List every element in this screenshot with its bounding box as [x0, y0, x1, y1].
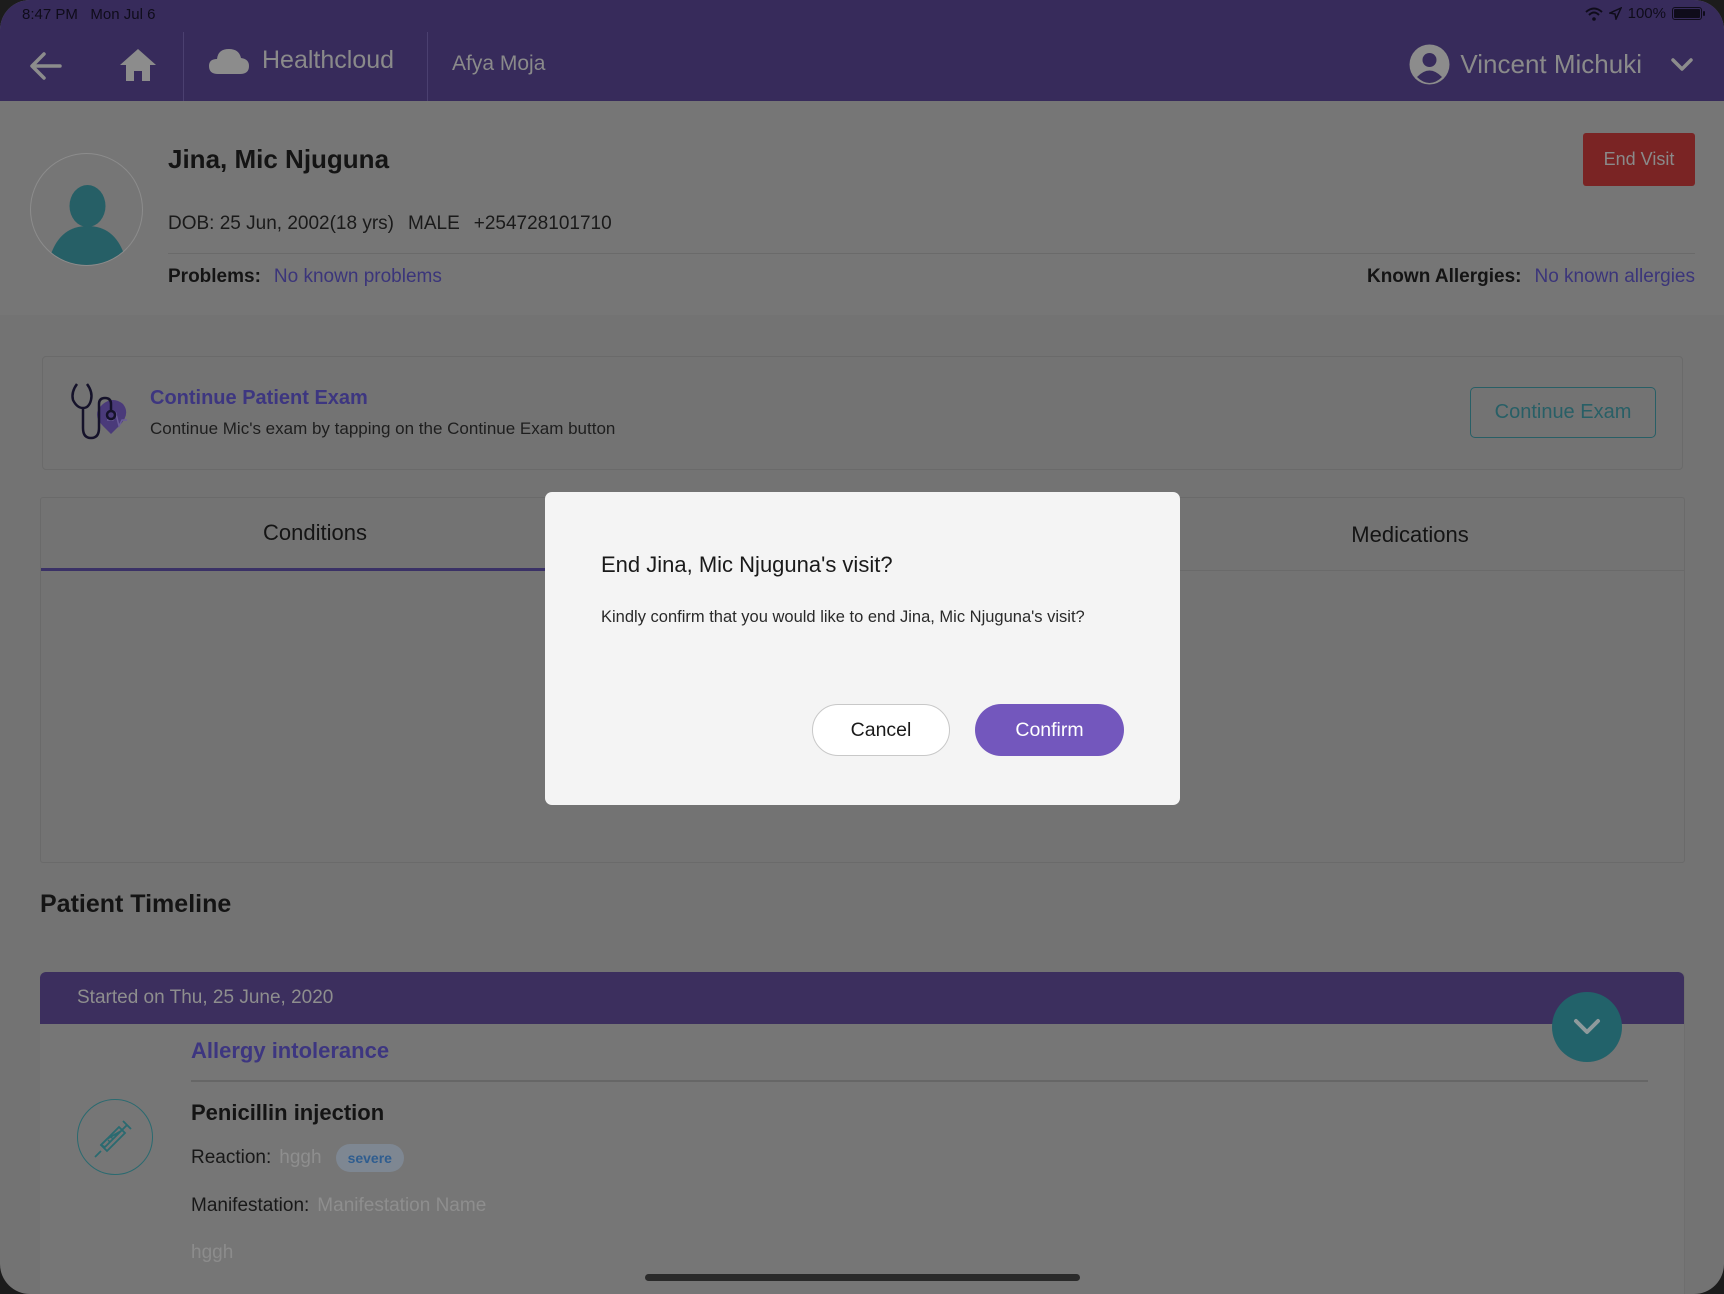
battery-percent: 100%	[1627, 5, 1666, 22]
manifestation-value: Manifestation Name	[317, 1195, 487, 1216]
problems-label: Problems:	[168, 266, 261, 287]
entry-item-name: Penicillin injection	[191, 1100, 385, 1125]
problems-value[interactable]: No known problems	[274, 266, 442, 288]
brand-logo: Healthcloud	[208, 46, 394, 75]
chevron-down-icon	[1574, 1019, 1600, 1034]
wifi-icon	[1584, 7, 1603, 21]
patient-dob: DOB: 25 Jun, 2002(18 yrs)	[168, 213, 394, 234]
location-arrow-icon	[1608, 7, 1622, 20]
organization-name[interactable]: Afya Moja	[452, 52, 545, 76]
timeline-start-date: Started on Thu, 25 June, 2020	[77, 987, 334, 1008]
allergies-label: Known Allergies:	[1366, 266, 1522, 287]
tab-medications[interactable]: Medications	[1136, 498, 1684, 571]
entry-note: hggh	[191, 1242, 234, 1263]
stethoscope-icon	[71, 383, 127, 440]
nav-bar: Healthcloud Afya Moja Vincent Michuki	[0, 32, 1724, 101]
status-time: 8:47 PM Mon Jul 6	[22, 6, 156, 23]
continue-exam-card: Continue Patient Exam Continue Mic's exa…	[42, 356, 1683, 470]
allergies-row: Known Allergies: No known allergies	[1367, 266, 1695, 288]
continue-exam-button[interactable]: Continue Exam	[1470, 387, 1656, 438]
cancel-button[interactable]: Cancel	[812, 704, 950, 756]
timeline-entry: Started on Thu, 25 June, 2020 Allergy in…	[40, 972, 1685, 1294]
confirm-button[interactable]: Confirm	[975, 704, 1124, 756]
chevron-down-icon[interactable]	[1670, 57, 1694, 73]
patient-demographics: DOB: 25 Jun, 2002(18 yrs) MALE +25472810…	[168, 213, 612, 235]
problems-row: Problems: No known problems	[168, 266, 442, 288]
app-screen: 8:47 PM Mon Jul 6 100% Healthcloud Afya …	[0, 0, 1724, 1294]
status-indicators: 100%	[1584, 5, 1705, 22]
battery-icon	[1672, 7, 1705, 20]
dialog-message: Kindly confirm that you would like to en…	[601, 608, 1085, 626]
user-name: Vincent Michuki	[1460, 49, 1642, 79]
exam-card-subtitle: Continue Mic's exam by tapping on the Co…	[150, 419, 616, 438]
timeline-entry-header[interactable]: Started on Thu, 25 June, 2020	[40, 972, 1684, 1024]
brand-name: Healthcloud	[262, 46, 395, 74]
manifestation-row: Manifestation: Manifestation Name	[191, 1195, 486, 1217]
exam-card-title: Continue Patient Exam	[150, 387, 368, 409]
cloud-icon	[209, 48, 249, 74]
reaction-value: hggh	[279, 1147, 322, 1168]
end-visit-button[interactable]: End Visit	[1583, 133, 1695, 186]
user-circle-icon	[1409, 44, 1450, 85]
patient-avatar	[30, 153, 143, 266]
arrow-left-icon[interactable]	[28, 49, 64, 83]
end-visit-dialog: End Jina, Mic Njuguna's visit? Kindly co…	[545, 492, 1180, 805]
header-divider	[168, 253, 1695, 254]
nav-divider	[183, 32, 184, 101]
allergies-value[interactable]: No known allergies	[1534, 266, 1695, 288]
entry-category: Allergy intolerance	[191, 1038, 390, 1063]
timeline-heading: Patient Timeline	[40, 890, 232, 918]
nav-divider	[427, 32, 428, 101]
tab-conditions[interactable]: Conditions	[41, 498, 589, 571]
dialog-title: End Jina, Mic Njuguna's visit?	[601, 552, 893, 577]
reaction-row: Reaction: hggh severe	[191, 1144, 404, 1172]
patient-header: Jina, Mic Njuguna DOB: 25 Jun, 2002(18 y…	[0, 101, 1724, 315]
home-indicator[interactable]	[645, 1274, 1080, 1281]
top-bar: 8:47 PM Mon Jul 6 100% Healthcloud Afya …	[0, 0, 1724, 101]
syringe-icon	[94, 1120, 132, 1158]
expand-entry-button[interactable]	[1552, 992, 1622, 1062]
manifestation-label: Manifestation:	[191, 1195, 310, 1216]
user-menu[interactable]: Vincent Michuki	[1409, 44, 1694, 85]
person-icon	[51, 185, 124, 265]
reaction-label: Reaction:	[191, 1147, 272, 1168]
home-icon[interactable]	[118, 46, 158, 84]
entry-divider	[191, 1080, 1648, 1082]
patient-gender: MALE	[408, 213, 460, 234]
patient-name: Jina, Mic Njuguna	[168, 144, 390, 174]
syringe-icon-badge	[77, 1099, 153, 1175]
severity-badge: severe	[335, 1144, 404, 1172]
patient-phone: +254728101710	[473, 213, 612, 234]
